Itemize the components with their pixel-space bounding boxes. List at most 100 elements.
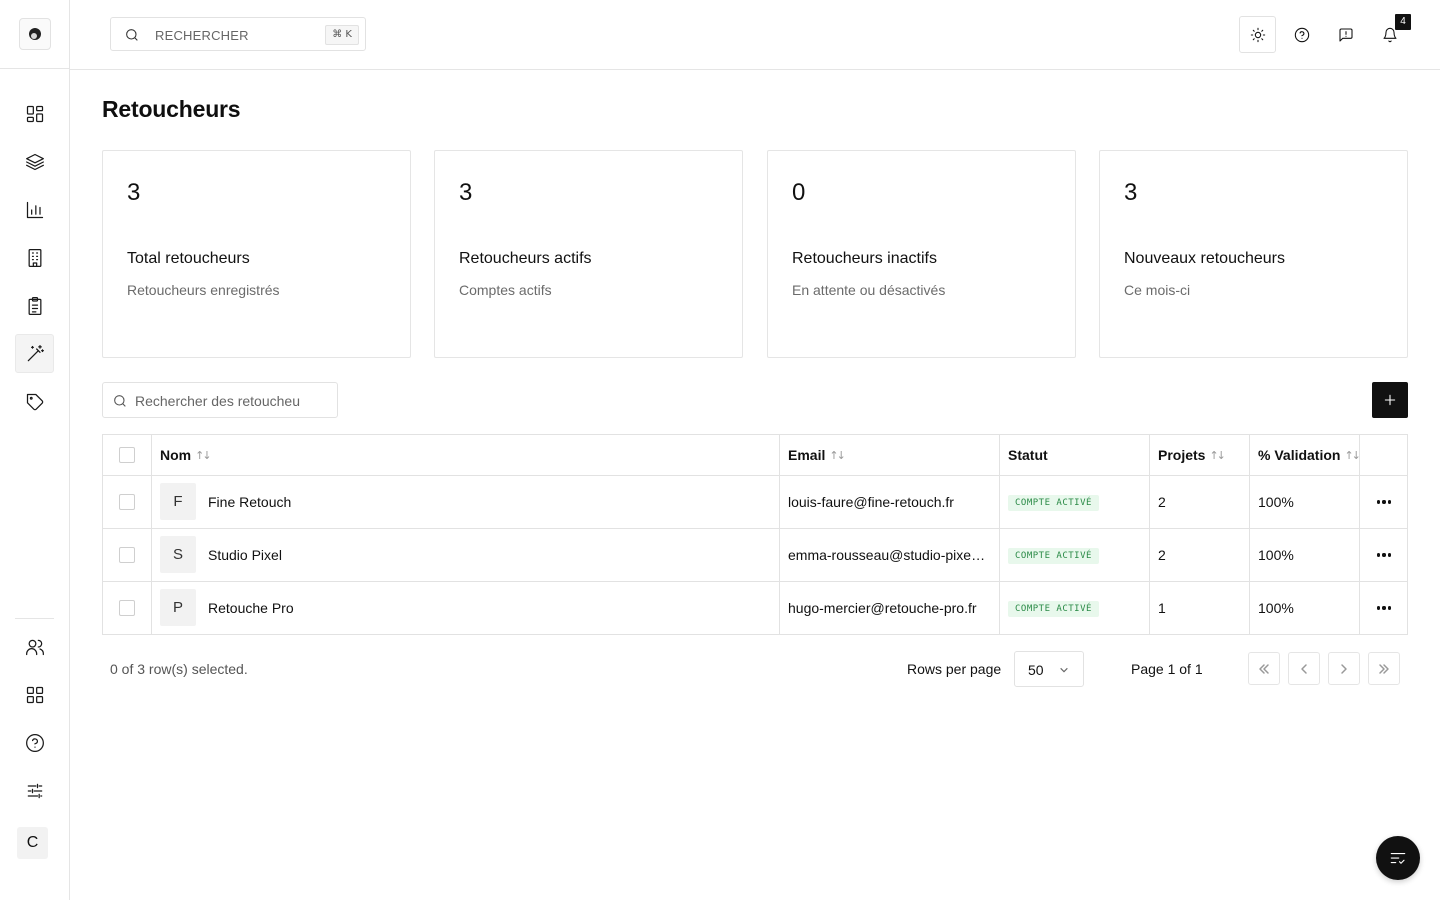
global-search[interactable]: RECHERCHER ⌘ K: [110, 17, 366, 51]
stat-subtitle: En attente ou désactivés: [792, 282, 946, 298]
sort-icon: ↑↓: [829, 448, 846, 462]
column-header-label: Statut: [1008, 447, 1048, 463]
sidebar-item-companies[interactable]: [15, 238, 54, 277]
add-retoucheur-button[interactable]: [1372, 382, 1408, 418]
sidebar-item-tags[interactable]: [15, 382, 54, 421]
column-header-label: % Validation: [1258, 447, 1341, 463]
column-header-projets[interactable]: Projets ↑↓: [1158, 447, 1226, 463]
more-dot: [1387, 553, 1392, 557]
project-count: 2: [1158, 494, 1166, 510]
clipboard-icon: [28, 296, 41, 315]
user-initial: C: [26, 834, 39, 851]
project-count: 2: [1158, 547, 1166, 563]
column-header-label: Projets: [1158, 447, 1206, 463]
sidebar-item-analytics[interactable]: [15, 190, 54, 229]
more-dot: [1376, 500, 1381, 504]
row-actions-button[interactable]: [1373, 494, 1395, 510]
last-page-button[interactable]: [1368, 652, 1400, 685]
stat-value: 3: [459, 179, 473, 206]
building-icon: [28, 248, 41, 267]
bar-chart-icon: [26, 201, 43, 218]
retoucheur-email: emma-rousseau@studio-pixe…: [788, 547, 986, 563]
stat-card-new: 3 Nouveaux retoucheurs Ce mois-ci: [1099, 150, 1408, 358]
table-search-input[interactable]: Rechercher des retoucheu: [102, 382, 338, 418]
help-button[interactable]: [1283, 16, 1320, 53]
table-row[interactable]: F Fine Retouch louis-faure@fine-retouch.…: [103, 476, 1407, 529]
column-header-statut: Statut: [1008, 447, 1048, 463]
project-count: 1: [1158, 600, 1166, 616]
column-header-label: Email: [788, 447, 826, 463]
more-dot: [1387, 606, 1392, 610]
stat-subtitle: Retoucheurs enregistrés: [127, 282, 280, 298]
column-header-email[interactable]: Email ↑↓: [788, 447, 846, 463]
validation-rate: 100%: [1258, 600, 1294, 616]
status-badge: COMPTE ACTIVÉ: [1008, 495, 1099, 511]
logo-container: [0, 0, 69, 69]
sliders-icon: [27, 783, 42, 798]
sidebar-item-help[interactable]: [15, 723, 54, 762]
sidebar-item-dashboard[interactable]: [15, 94, 54, 133]
chevron-down-icon: [1060, 667, 1068, 673]
table-row[interactable]: P Retouche Pro hugo-mercier@retouche-pro…: [103, 582, 1407, 635]
retoucheur-avatar: P: [160, 589, 196, 626]
chevron-right-icon: [1341, 663, 1347, 674]
search-shortcut: ⌘ K: [325, 25, 359, 45]
column-header-validation[interactable]: % Validation ↑↓: [1258, 447, 1361, 463]
row-checkbox[interactable]: [119, 547, 135, 563]
sort-icon: ↑↓: [195, 448, 212, 462]
next-page-button[interactable]: [1328, 652, 1360, 685]
sort-icon: ↑↓: [1209, 448, 1226, 462]
status-badge: COMPTE ACTIVÉ: [1008, 548, 1099, 564]
retoucheur-email: louis-faure@fine-retouch.fr: [788, 494, 954, 510]
feedback-button[interactable]: [1327, 16, 1364, 53]
app-logo[interactable]: [18, 18, 51, 50]
chevrons-right-icon: [1379, 663, 1389, 674]
dashboard-icon: [26, 105, 43, 122]
stat-card-inactive: 0 Retoucheurs inactifs En attente ou dés…: [767, 150, 1076, 358]
theme-toggle-button[interactable]: [1239, 16, 1276, 53]
top-header: RECHERCHER ⌘ K 4: [70, 0, 1440, 70]
tag-icon: [26, 393, 43, 410]
logo-mark: [28, 28, 41, 40]
stat-title: Retoucheurs inactifs: [792, 250, 937, 267]
selection-info: 0 of 3 row(s) selected.: [110, 661, 248, 677]
rows-per-page-select[interactable]: 50: [1014, 651, 1084, 687]
stat-title: Retoucheurs actifs: [459, 250, 592, 267]
apps-grid-icon: [26, 686, 43, 703]
row-actions-button[interactable]: [1373, 547, 1395, 563]
sidebar-item-settings[interactable]: [15, 771, 54, 810]
sidebar-item-users[interactable]: [15, 627, 54, 666]
validation-rate: 100%: [1258, 494, 1294, 510]
row-checkbox[interactable]: [119, 600, 135, 616]
stat-value: 0: [792, 179, 806, 206]
user-avatar[interactable]: C: [17, 827, 48, 859]
table-header: Nom ↑↓ Email ↑↓ Statut Projets ↑↓ % Validat…: [103, 435, 1407, 476]
row-checkbox[interactable]: [119, 494, 135, 510]
notification-badge: 4: [1395, 14, 1411, 30]
search-placeholder: RECHERCHER: [155, 28, 249, 43]
select-all-checkbox[interactable]: [119, 447, 135, 463]
retoucheurs-table: Nom ↑↓ Email ↑↓ Statut Projets ↑↓ % Validat…: [102, 434, 1408, 635]
first-page-button[interactable]: [1248, 652, 1280, 685]
retoucheur-name: Retouche Pro: [208, 600, 294, 616]
retoucheur-name: Studio Pixel: [208, 547, 282, 563]
sidebar-item-retoucheurs[interactable]: [15, 334, 54, 373]
more-dot: [1387, 500, 1392, 504]
retoucheur-name: Fine Retouch: [208, 494, 292, 510]
table-row[interactable]: S Studio Pixel emma-rousseau@studio-pixe…: [103, 529, 1407, 582]
stat-title: Nouveaux retoucheurs: [1124, 250, 1285, 267]
chevron-left-icon: [1301, 663, 1307, 674]
retoucheur-avatar: F: [160, 483, 196, 520]
notifications-button[interactable]: 4: [1371, 14, 1411, 53]
column-header-nom[interactable]: Nom ↑↓: [160, 447, 212, 463]
column-header-label: Nom: [160, 447, 192, 463]
message-alert-icon: [1338, 27, 1353, 42]
row-actions-button[interactable]: [1373, 600, 1395, 616]
sidebar-item-apps[interactable]: [15, 675, 54, 714]
rows-per-page-label: Rows per page: [907, 661, 1002, 677]
sidebar-item-layers[interactable]: [15, 142, 54, 181]
sidebar-item-tasks[interactable]: [15, 286, 54, 325]
previous-page-button[interactable]: [1288, 652, 1320, 685]
validation-rate: 100%: [1258, 547, 1294, 563]
floating-action-button[interactable]: [1376, 836, 1420, 880]
